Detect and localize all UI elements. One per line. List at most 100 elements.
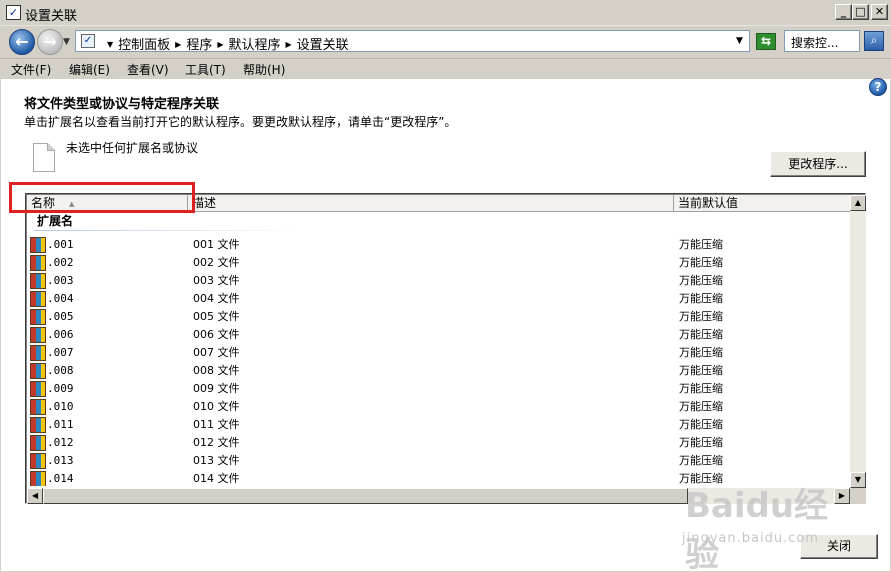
menu-help[interactable]: 帮助(H) xyxy=(243,61,285,78)
baidu-watermark: Baidu经验 jingyan.baidu.com xyxy=(682,478,860,572)
menu-tools[interactable]: 工具(T) xyxy=(185,61,226,78)
sort-ascending-icon: ▲ xyxy=(69,200,75,208)
maximize-button[interactable]: □ xyxy=(852,4,869,20)
archive-file-icon xyxy=(30,273,46,289)
vertical-scrollbar[interactable]: ▲ ▼ xyxy=(850,195,866,488)
menu-file[interactable]: 文件(F) xyxy=(11,61,51,78)
menu-edit[interactable]: 编辑(E) xyxy=(69,61,110,78)
archive-file-icon xyxy=(30,417,46,433)
window-title: 设置关联 xyxy=(25,9,78,24)
page-description: 单击扩展名以查看当前打开它的默认程序。要更改默认程序，请单击“更改程序”。 xyxy=(24,115,457,129)
column-header-bar: 名称 ▲ 描述 当前默认值 xyxy=(27,195,850,212)
current-default-program: 万能压缩 xyxy=(679,346,723,359)
extension-name: .010 xyxy=(47,400,74,413)
archive-file-icon xyxy=(30,381,46,397)
archive-file-icon xyxy=(30,237,46,253)
current-default-program: 万能压缩 xyxy=(679,274,723,287)
group-divider xyxy=(34,230,304,231)
extension-description: 009 文件 xyxy=(193,382,240,395)
column-header-description[interactable]: 描述 xyxy=(188,195,674,211)
archive-file-icon xyxy=(30,327,46,343)
extension-description: 006 文件 xyxy=(193,328,240,341)
list-rows: .001 001 文件 万能压缩 .002 002 文件 万能压缩 .003 003 文件 万能… xyxy=(26,236,850,486)
extension-name: .004 xyxy=(47,292,74,305)
close-window-button[interactable]: ✕ xyxy=(871,4,888,20)
menu-view[interactable]: 查看(V) xyxy=(127,61,169,78)
breadcrumb-item[interactable]: 控制面板 xyxy=(118,38,170,53)
table-row[interactable]: .011 011 文件 万能压缩 xyxy=(26,416,850,434)
search-input[interactable]: 搜索控... xyxy=(784,30,860,52)
extension-description: 003 文件 xyxy=(193,274,240,287)
archive-file-icon xyxy=(30,309,46,325)
extension-name: .002 xyxy=(47,256,74,269)
breadcrumb-item[interactable]: 程序 xyxy=(186,38,212,53)
table-row[interactable]: .004 004 文件 万能压缩 xyxy=(26,290,850,308)
extension-description: 010 文件 xyxy=(193,400,240,413)
extension-description: 007 文件 xyxy=(193,346,240,359)
current-default-program: 万能压缩 xyxy=(679,418,723,431)
help-icon[interactable]: ? xyxy=(869,78,887,96)
table-row[interactable]: .012 012 文件 万能压缩 xyxy=(26,434,850,452)
archive-file-icon xyxy=(30,363,46,379)
change-program-button[interactable]: 更改程序... xyxy=(770,151,866,177)
selection-status: 未选中任何扩展名或协议 xyxy=(66,141,199,155)
refresh-icon[interactable]: ⇆ xyxy=(756,33,776,50)
current-default-program: 万能压缩 xyxy=(679,328,723,341)
extension-name: .014 xyxy=(47,472,74,485)
current-default-program: 万能压缩 xyxy=(679,256,723,269)
archive-file-icon xyxy=(30,399,46,415)
control-panel-icon: ✓ xyxy=(81,34,95,48)
breadcrumb-item[interactable]: 默认程序 xyxy=(229,38,281,53)
table-row[interactable]: .005 005 文件 万能压缩 xyxy=(26,308,850,326)
extension-name: .001 xyxy=(47,238,74,251)
chevron-right-icon[interactable]: ▶ xyxy=(217,40,223,49)
current-default-program: 万能压缩 xyxy=(679,310,723,323)
extension-description: 004 文件 xyxy=(193,292,240,305)
table-row[interactable]: .006 006 文件 万能压缩 xyxy=(26,326,850,344)
search-icon[interactable]: ⌕ xyxy=(864,31,884,51)
current-default-program: 万能压缩 xyxy=(679,292,723,305)
forward-button[interactable]: → xyxy=(37,29,63,55)
chevron-right-icon[interactable]: ▶ xyxy=(286,40,292,49)
group-header-extensions[interactable]: 扩展名 xyxy=(37,212,73,229)
extension-description: 011 文件 xyxy=(193,418,240,431)
table-row[interactable]: .003 003 文件 万能压缩 xyxy=(26,272,850,290)
blank-file-icon xyxy=(33,143,55,172)
extension-name: .011 xyxy=(47,418,74,431)
extension-description: 005 文件 xyxy=(193,310,240,323)
scroll-left-button[interactable]: ◀ xyxy=(27,488,43,504)
minimize-button[interactable]: _ xyxy=(835,4,852,20)
current-default-program: 万能压缩 xyxy=(679,382,723,395)
associations-list[interactable]: 名称 ▲ 描述 当前默认值 扩展名 .001 001 文件 万能压缩 .002 002 文… xyxy=(25,193,866,504)
extension-description: 014 文件 xyxy=(193,472,240,485)
horizontal-scroll-thumb[interactable] xyxy=(43,488,688,504)
table-row[interactable]: .002 002 文件 万能压缩 xyxy=(26,254,850,272)
column-header-name[interactable]: 名称 ▲ xyxy=(27,195,188,211)
archive-file-icon xyxy=(30,453,46,469)
table-row[interactable]: .013 013 文件 万能压缩 xyxy=(26,452,850,470)
table-row[interactable]: .008 008 文件 万能压缩 xyxy=(26,362,850,380)
archive-file-icon xyxy=(30,345,46,361)
history-dropdown-icon[interactable]: ▼ xyxy=(63,37,70,47)
address-bar: ← → ▼ ✓ ▼ 控制面板 ▶ 程序 ▶ 默认程序 ▶ 设置关联 ▼ ⇆ 搜索控... ⌕ xyxy=(0,26,891,58)
column-header-current-default[interactable]: 当前默认值 xyxy=(674,195,850,211)
extension-name: .006 xyxy=(47,328,74,341)
table-row[interactable]: .009 009 文件 万能压缩 xyxy=(26,380,850,398)
scroll-up-button[interactable]: ▲ xyxy=(850,195,866,211)
current-default-program: 万能压缩 xyxy=(679,436,723,449)
breadcrumb-item[interactable]: 设置关联 xyxy=(297,38,349,53)
extension-name: .005 xyxy=(47,310,74,323)
extension-name: .013 xyxy=(47,454,74,467)
address-dropdown-icon[interactable]: ▼ xyxy=(736,36,743,46)
current-default-program: 万能压缩 xyxy=(679,238,723,251)
extension-description: 002 文件 xyxy=(193,256,240,269)
table-row[interactable]: .001 001 文件 万能压缩 xyxy=(26,236,850,254)
table-row[interactable]: .007 007 文件 万能压缩 xyxy=(26,344,850,362)
extension-name: .009 xyxy=(47,382,74,395)
breadcrumb[interactable]: ✓ ▼ 控制面板 ▶ 程序 ▶ 默认程序 ▶ 设置关联 ▼ xyxy=(75,30,750,53)
chevron-right-icon[interactable]: ▶ xyxy=(175,40,181,49)
chevron-right-icon[interactable]: ▼ xyxy=(107,40,113,49)
current-default-program: 万能压缩 xyxy=(679,454,723,467)
table-row[interactable]: .010 010 文件 万能压缩 xyxy=(26,398,850,416)
back-button[interactable]: ← xyxy=(9,29,35,55)
